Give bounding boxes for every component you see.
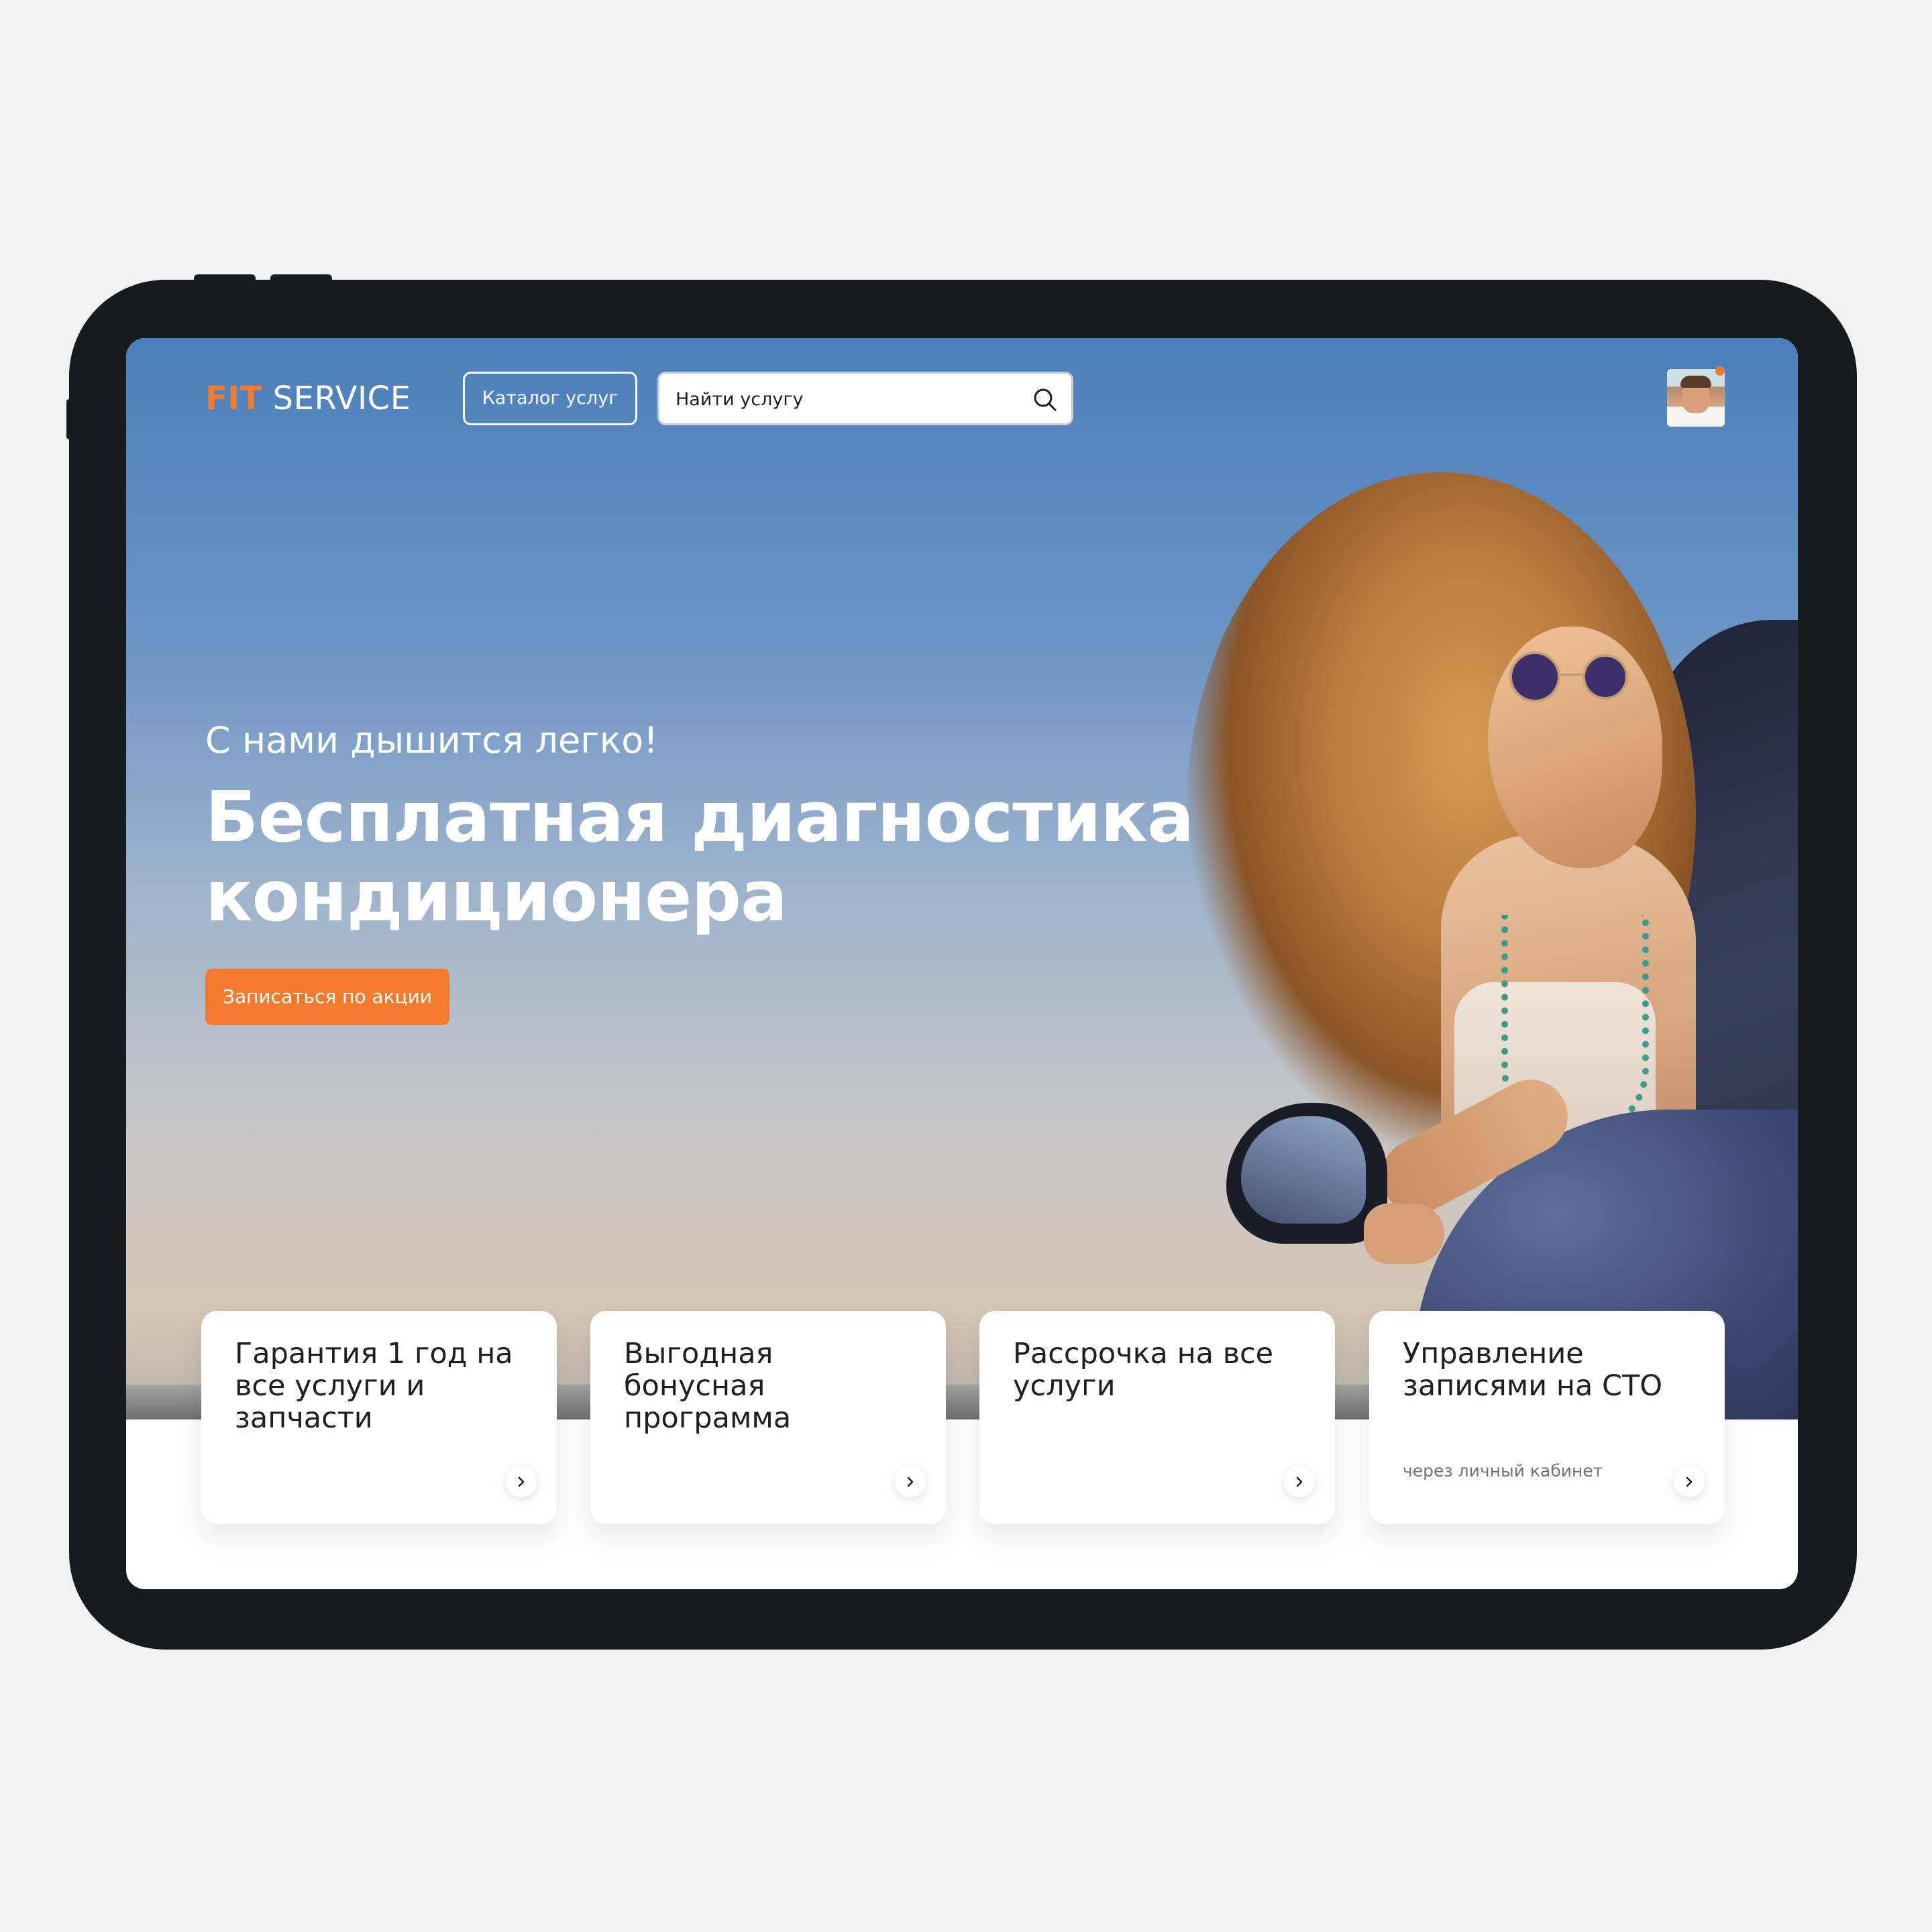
logo-accent: FIT bbox=[205, 380, 262, 417]
card-arrow-button[interactable] bbox=[1674, 1466, 1705, 1497]
hardware-button bbox=[270, 274, 332, 284]
hero-photo-hand bbox=[1364, 1203, 1444, 1264]
notification-dot bbox=[1715, 366, 1725, 376]
tablet-frame: FIT SERVICE Каталог услуг С нами дышится… bbox=[66, 274, 1857, 1650]
feature-note: через личный кабинет bbox=[1403, 1461, 1603, 1481]
promo-signup-button[interactable]: Записаться по акции bbox=[205, 969, 449, 1025]
search-icon[interactable] bbox=[1032, 387, 1058, 413]
search-box bbox=[657, 372, 1073, 425]
feature-title: Рассрочка на все услуги bbox=[1013, 1337, 1274, 1403]
chevron-right-icon bbox=[518, 1477, 525, 1487]
card-arrow-button[interactable] bbox=[506, 1466, 537, 1497]
avatar-hair bbox=[1680, 376, 1711, 388]
search-input[interactable] bbox=[674, 382, 1026, 417]
logo-text: SERVICE bbox=[272, 380, 411, 417]
feature-card-warranty[interactable]: Гарантия 1 год на все услуги и запчасти bbox=[201, 1311, 557, 1524]
feature-title: Выгодная бонусная программа bbox=[624, 1337, 792, 1435]
logo[interactable]: FIT SERVICE bbox=[205, 378, 411, 419]
catalog-button[interactable]: Каталог услуг bbox=[463, 372, 637, 425]
card-arrow-button[interactable] bbox=[1284, 1466, 1315, 1497]
chevron-right-icon bbox=[1686, 1477, 1693, 1487]
chevron-right-icon bbox=[1296, 1477, 1303, 1487]
side-button bbox=[66, 399, 73, 439]
card-arrow-button[interactable] bbox=[895, 1466, 926, 1497]
sunglasses-icon bbox=[1509, 651, 1628, 702]
chevron-right-icon bbox=[907, 1477, 914, 1487]
feature-title: Гарантия 1 год на все услуги и запчасти bbox=[235, 1337, 513, 1435]
feature-card-installments[interactable]: Рассрочка на все услуги bbox=[979, 1311, 1335, 1524]
feature-title: Управление записями на СТО bbox=[1403, 1337, 1663, 1403]
hero-subtitle: С нами дышится легко! bbox=[205, 719, 658, 761]
avatar[interactable] bbox=[1667, 369, 1725, 427]
feature-card-bonus[interactable]: Выгодная бонусная программа bbox=[590, 1311, 946, 1524]
hardware-button bbox=[194, 274, 256, 284]
screen: FIT SERVICE Каталог услуг С нами дышится… bbox=[126, 338, 1798, 1589]
feature-card-booking[interactable]: Управление записями на СТО через личный … bbox=[1369, 1311, 1725, 1524]
hero-headline: Бесплатная диагностика кондиционера bbox=[205, 776, 1194, 937]
